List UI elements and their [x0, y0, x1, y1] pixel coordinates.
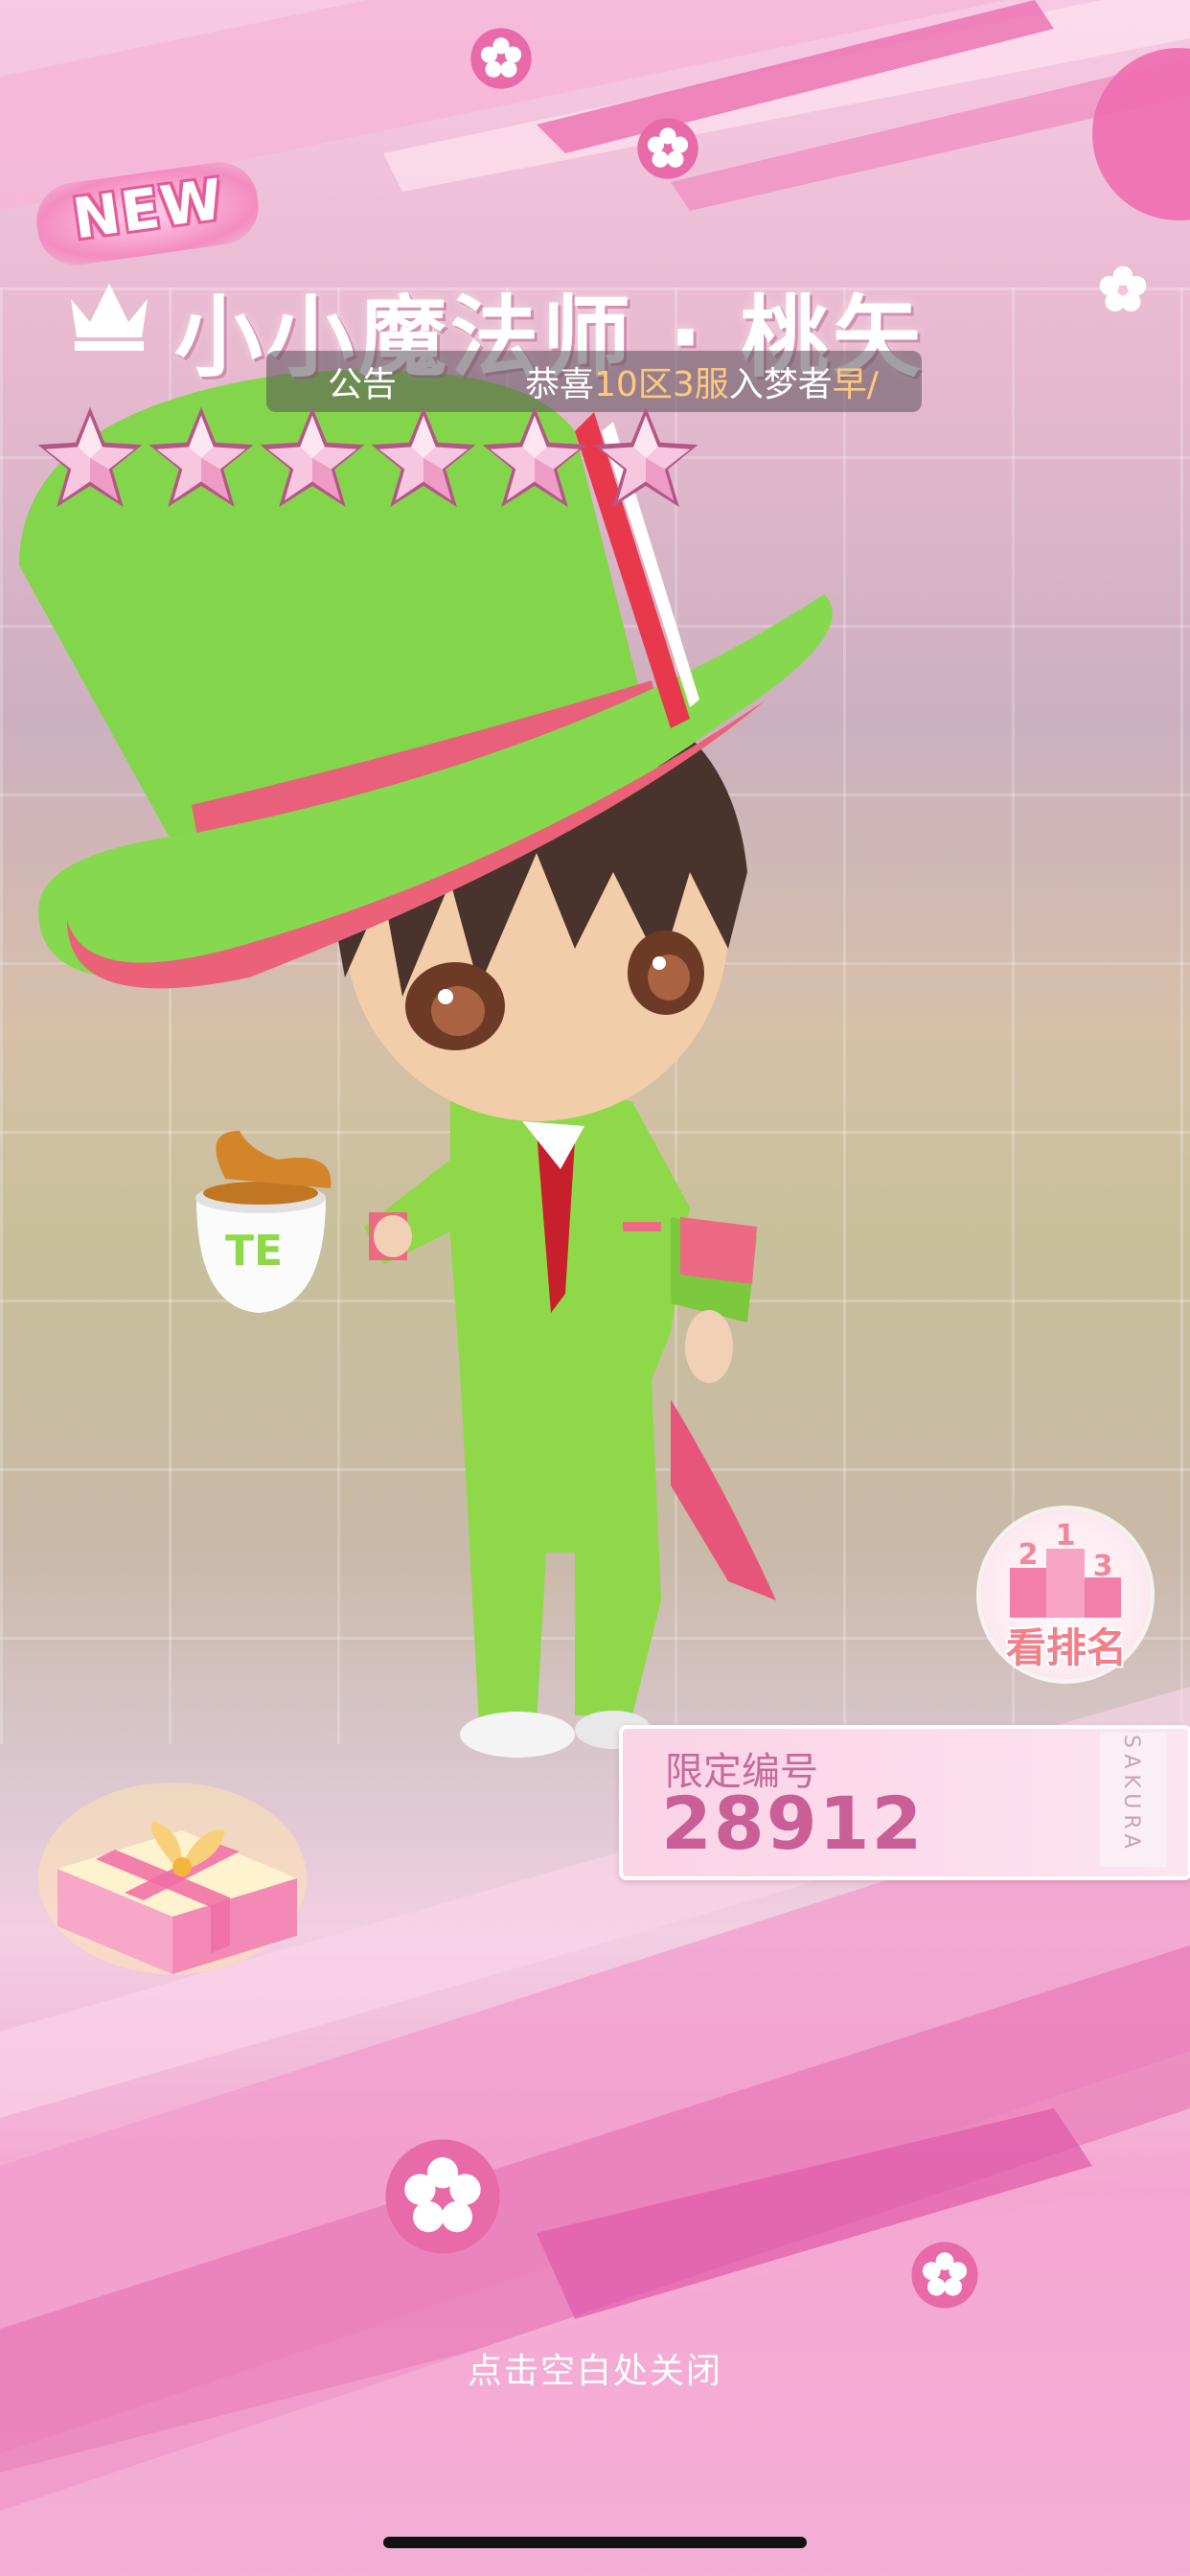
- sakura-flower-icon: [637, 118, 698, 179]
- announcement-message: 恭喜10区3服入梦者早/: [525, 365, 879, 404]
- ranking-label[interactable]: 看排名: [995, 1616, 1138, 1674]
- star-icon: [593, 406, 698, 508]
- star-icon: [260, 406, 365, 508]
- announcement-label: 公告: [327, 365, 397, 404]
- svg-text:TE: TE: [225, 1227, 283, 1276]
- star-icon: [371, 406, 476, 508]
- sakura-flower-icon: [911, 2242, 978, 2309]
- crown-icon: [71, 284, 148, 351]
- rarity-stars: [34, 401, 701, 516]
- home-indicator[interactable]: [383, 2537, 807, 2548]
- ticket-brand: SAKURA: [1119, 1735, 1143, 1854]
- star-icon: [149, 406, 254, 508]
- podium-number-2: 2: [1018, 1538, 1039, 1572]
- star-icon: [37, 406, 143, 508]
- star-icon: [482, 406, 587, 508]
- podium-number-1: 1: [1056, 1519, 1076, 1552]
- sakura-flower-icon: [1099, 265, 1147, 312]
- close-hint[interactable]: 点击空白处关闭: [0, 2343, 1190, 2393]
- podium-number-3: 3: [1093, 1550, 1113, 1583]
- limited-number-value: 28912: [661, 1781, 925, 1866]
- sakura-flower-icon: [470, 28, 532, 89]
- sakura-flower-icon: [385, 2139, 500, 2254]
- gift-box-icon[interactable]: [38, 1773, 307, 1984]
